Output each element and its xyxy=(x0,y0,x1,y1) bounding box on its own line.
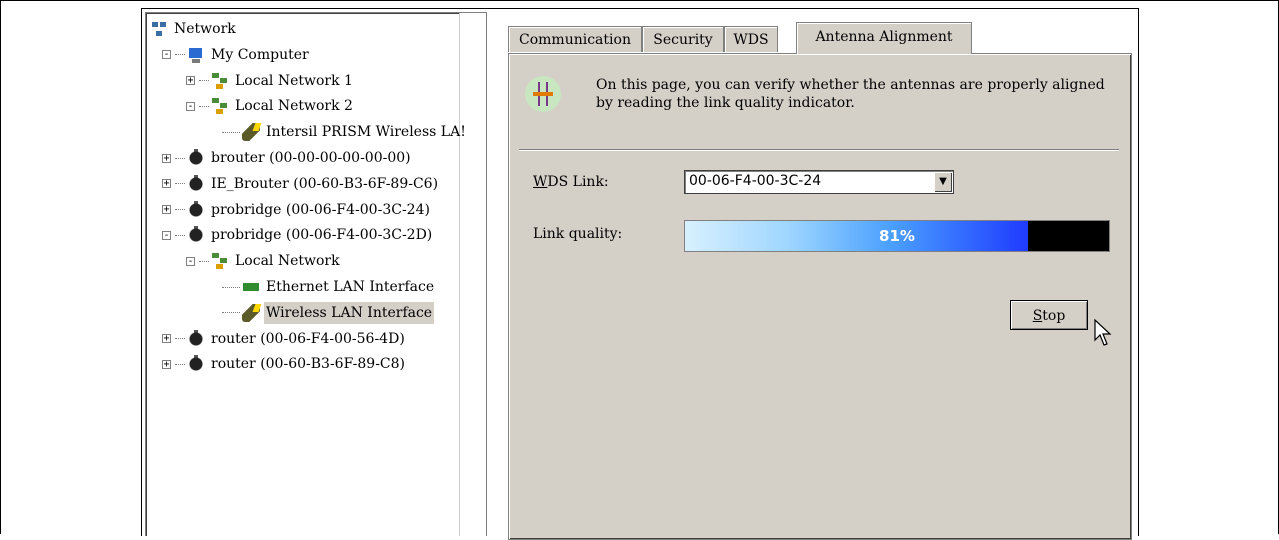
wds-link-label: WDS Link: xyxy=(533,174,609,190)
tree-item-label: brouter (00-00-00-00-00-00) xyxy=(211,150,411,166)
expand-icon[interactable]: + xyxy=(162,205,171,215)
wds-link-label-rest: DS Link: xyxy=(547,174,609,190)
tree-connector xyxy=(175,54,185,56)
tab-communication[interactable]: Communication xyxy=(508,26,642,52)
tree-item-ie-brouter[interactable]: + IE_Brouter (00-60-B3-6F-89-C6) xyxy=(162,173,440,195)
tree-item-label: router (00-60-B3-6F-89-C8) xyxy=(211,356,406,373)
tab-wds[interactable]: WDS xyxy=(724,26,778,52)
tree-connector xyxy=(175,183,185,185)
tree-connector xyxy=(175,234,185,236)
collapse-icon[interactable]: - xyxy=(186,256,195,266)
info-line-2: by reading the link quality indicator. xyxy=(596,95,855,111)
tree-item-label: Intersil PRISM Wireless LA! xyxy=(266,124,466,141)
tree-item-label: Network xyxy=(174,21,236,37)
tab-antenna-alignment[interactable]: Antenna Alignment xyxy=(796,22,972,54)
tree-item-local-network-1[interactable]: + Local Network 1 xyxy=(186,70,355,92)
mouse-cursor-icon xyxy=(1094,319,1112,346)
tree-item-my-computer[interactable]: - My Computer xyxy=(162,44,311,66)
link-quality-label: Link quality: xyxy=(533,226,623,242)
tree-connector xyxy=(222,312,240,314)
collapse-icon[interactable]: - xyxy=(186,101,195,111)
router-icon xyxy=(187,226,205,245)
tree-item-router-89c8[interactable]: + router (00-60-B3-6F-89-C8) xyxy=(162,353,407,375)
router-icon xyxy=(187,329,205,348)
collapse-icon[interactable]: - xyxy=(162,230,171,240)
wds-link-value: 00-06-F4-00-3C-24 xyxy=(689,173,822,189)
tree-item-local-network[interactable]: - Local Network xyxy=(186,250,342,272)
tree-item-local-network-2[interactable]: - Local Network 2 xyxy=(186,95,355,117)
tree-scrollbar[interactable] xyxy=(459,13,486,536)
tree-item-label: Local Network 1 xyxy=(235,72,353,89)
chevron-down-icon[interactable]: ▼ xyxy=(934,172,952,192)
tree-item-label: Local Network 2 xyxy=(235,98,353,115)
ethernet-card-icon xyxy=(242,278,260,296)
tree-item-intersil-prism-wireless[interactable]: Intersil PRISM Wireless LA! xyxy=(222,121,468,143)
tree-item-network[interactable]: Network xyxy=(150,18,238,40)
tree-connector xyxy=(175,209,185,211)
separator xyxy=(519,149,1119,151)
stop-label-rest: top xyxy=(1042,308,1066,324)
antenna-alignment-icon xyxy=(525,76,561,112)
network-icon xyxy=(150,20,168,38)
tree-item-label: probridge (00-06-F4-00-3C-2D) xyxy=(211,227,433,244)
tree-item-label: router (00-06-F4-00-56-4D) xyxy=(211,330,405,347)
wds-link-select[interactable]: 00-06-F4-00-3C-24 ▼ xyxy=(684,170,954,194)
router-icon xyxy=(187,200,205,219)
property-tabs: Communication Security WDS Antenna Align… xyxy=(503,12,1137,540)
tree-connector xyxy=(175,157,185,159)
stop-button[interactable]: Stop xyxy=(1010,300,1088,330)
router-icon xyxy=(187,174,205,193)
tree-connector xyxy=(175,338,185,340)
tree-item-label: Wireless LAN Interface xyxy=(264,301,435,324)
tree-item-label: Local Network xyxy=(235,253,340,270)
expand-icon[interactable]: + xyxy=(162,153,171,163)
info-line-1: On this page, you can verify whether the… xyxy=(596,77,1105,93)
router-icon xyxy=(187,355,205,374)
tree-connector xyxy=(175,363,185,365)
tab-security[interactable]: Security xyxy=(642,26,724,52)
wds-link-mnemonic: W xyxy=(533,174,548,190)
tree-item-brouter[interactable]: + brouter (00-00-00-00-00-00) xyxy=(162,147,413,169)
tree-item-label: My Computer xyxy=(211,46,309,63)
tree-connector xyxy=(199,80,209,82)
local-network-icon xyxy=(211,97,229,116)
local-network-icon xyxy=(211,252,229,271)
expand-icon[interactable]: + xyxy=(162,359,171,369)
computer-icon xyxy=(187,45,205,64)
tree-item-label: probridge (00-06-F4-00-3C-24) xyxy=(211,201,430,218)
wireless-card-icon xyxy=(242,303,260,322)
info-text: On this page, you can verify whether the… xyxy=(596,76,1116,112)
tree-item-label: IE_Brouter (00-60-B3-6F-89-C6) xyxy=(211,175,439,192)
antenna-alignment-panel: On this page, you can verify whether the… xyxy=(508,53,1132,540)
tree-connector xyxy=(222,286,240,288)
local-network-icon xyxy=(211,71,229,90)
collapse-icon[interactable]: - xyxy=(162,50,171,60)
tree-connector xyxy=(199,260,209,262)
tree-connector xyxy=(222,131,240,133)
tree-connector xyxy=(199,105,209,107)
tree-item-wireless-lan-interface[interactable]: Wireless LAN Interface xyxy=(222,301,435,324)
tree-item-probridge-3c24[interactable]: + probridge (00-06-F4-00-3C-24) xyxy=(162,199,432,221)
tree-item-probridge-3c2d[interactable]: - probridge (00-06-F4-00-3C-2D) xyxy=(162,224,434,246)
expand-icon[interactable]: + xyxy=(186,76,195,86)
router-icon xyxy=(187,149,205,167)
tree-item-router-564d[interactable]: + router (00-06-F4-00-56-4D) xyxy=(162,328,407,350)
tree-item-label: Ethernet LAN Interface xyxy=(266,279,435,295)
link-quality-bar: 81% xyxy=(684,220,1110,252)
tree-item-ethernet-lan-interface[interactable]: Ethernet LAN Interface xyxy=(222,276,436,298)
link-quality-percent: 81% xyxy=(879,227,915,245)
stop-mnemonic: S xyxy=(1032,308,1043,324)
wireless-card-icon xyxy=(242,123,260,142)
expand-icon[interactable]: + xyxy=(162,179,171,189)
expand-icon[interactable]: + xyxy=(162,334,171,344)
